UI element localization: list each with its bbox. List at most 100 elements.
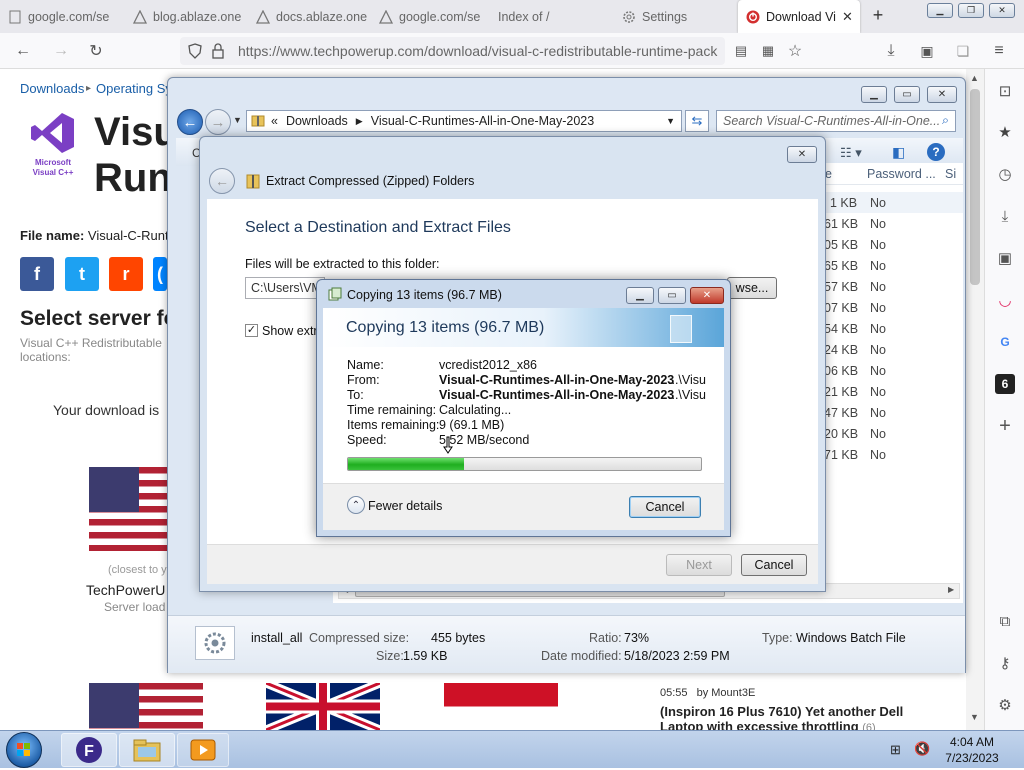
chevron-up-icon[interactable]: ⌃ — [347, 496, 365, 514]
extract-back-icon[interactable]: ← — [209, 168, 235, 194]
address-crumb-downloads[interactable]: Downloads — [286, 114, 348, 128]
url-bar[interactable]: https://www.techpowerup.com/download/vis… — [180, 37, 725, 65]
twitter-share-button[interactable]: t — [65, 257, 99, 291]
briefcase-icon[interactable]: ⊡ — [995, 81, 1015, 101]
tab-index[interactable]: Index of / — [490, 0, 612, 33]
pocket-icon[interactable]: ◡ — [995, 290, 1015, 310]
extension-6-icon[interactable]: 6 — [995, 374, 1015, 394]
tab-download-visual-c[interactable]: Download Vi ✕ — [738, 0, 860, 33]
volume-muted-icon[interactable]: 🔇 — [914, 741, 930, 757]
restore-window-button[interactable]: ❐ — [958, 3, 984, 18]
explorer-back-icon[interactable]: ← — [177, 109, 203, 135]
extract-cancel-button[interactable]: Cancel — [741, 554, 807, 576]
copy-cancel-button[interactable]: Cancel — [629, 496, 701, 518]
column-size-header[interactable]: e — [825, 167, 832, 181]
start-button[interactable] — [6, 732, 42, 768]
add-panel-icon[interactable]: + — [995, 415, 1015, 437]
network-tray-icon[interactable]: ⊞ — [890, 742, 901, 758]
explorer-maximize-button[interactable]: ▭ — [894, 86, 920, 103]
tab-stack-icon[interactable]: ❏ — [951, 39, 975, 63]
visual-cpp-logo: Microsoft Visual C++ — [30, 111, 80, 177]
close-window-button[interactable]: ✕ — [989, 3, 1015, 18]
tab-google-1[interactable]: google.com/se — [0, 0, 122, 33]
explorer-close-button[interactable]: ✕ — [927, 86, 957, 103]
sidebar-toggle-icon[interactable]: ▣ — [915, 39, 939, 63]
download-icon[interactable]: ⤓ — [879, 39, 903, 63]
close-tab-icon[interactable]: ✕ — [842, 9, 853, 25]
show-files-checkbox[interactable]: ✓ — [245, 324, 258, 337]
key-icon[interactable]: ⚷ — [995, 653, 1015, 673]
copy-minimize-button[interactable]: ▁ — [626, 287, 654, 304]
bookmarks-star-icon[interactable]: ★ — [995, 122, 1015, 142]
history-clock-icon[interactable]: ◷ — [995, 164, 1015, 184]
next-button[interactable]: Next — [666, 554, 732, 576]
tab-docs-ablaze[interactable]: docs.ablaze.one — [248, 0, 370, 33]
copy-from-value[interactable]: Visual-C-Runtimes-All-in-One-May-2023 — [439, 373, 674, 387]
view-options-icon[interactable]: ☷ ▾ — [840, 145, 862, 161]
preview-pane-icon[interactable]: ◧ — [892, 144, 905, 161]
tab-google-2[interactable]: google.com/se — [371, 0, 493, 33]
column-last-header[interactable]: Si — [945, 167, 956, 181]
page-icon — [8, 10, 22, 24]
extract-close-button[interactable]: ✕ — [787, 146, 817, 163]
fewer-details-toggle[interactable]: Fewer details — [368, 499, 442, 513]
server-description: Visual C++ Redistributable locations: — [20, 336, 162, 364]
scrollbar-thumb[interactable] — [970, 89, 980, 285]
indonesia-flag-server[interactable] — [444, 683, 558, 730]
explorer-search-input[interactable]: Search Visual-C-Runtimes-All-in-One... ⌕ — [716, 110, 956, 132]
taskbar-explorer-icon[interactable] — [119, 733, 175, 767]
shield-icon[interactable] — [188, 43, 202, 62]
bookmark-star-icon[interactable]: ☆ — [783, 39, 807, 63]
reload-icon[interactable]: ↻ — [84, 39, 108, 63]
downloads-icon[interactable]: ⤓ — [995, 206, 1015, 226]
breadcrumb-operating-systems[interactable]: Operating Sy — [96, 81, 172, 96]
news-title-link[interactable]: (Inspiron 16 Plus 7610) Yet another Dell… — [660, 704, 903, 730]
copy-close-button[interactable]: ✕ — [690, 287, 724, 304]
address-crumb-folder[interactable]: Visual-C-Runtimes-All-in-One-May-2023 — [371, 114, 594, 128]
recent-pages-chevron-icon[interactable]: ▼ — [233, 115, 242, 125]
explorer-forward-icon[interactable]: → — [205, 109, 231, 135]
messenger-share-button[interactable]: ( — [153, 257, 167, 291]
forward-arrow-icon[interactable]: → — [49, 39, 73, 63]
us-flag-server-2[interactable] — [89, 683, 203, 730]
tab-settings[interactable]: Settings — [614, 0, 736, 33]
explorer-address-bar[interactable]: « Downloads ▶ Visual-C-Runtimes-All-in-O… — [246, 110, 682, 132]
folder-zip-icon — [251, 113, 265, 130]
techpowerup-icon — [746, 10, 760, 24]
page-scrollbar[interactable]: ▲ ▼ — [966, 69, 984, 730]
browse-button[interactable]: wse... — [727, 277, 777, 299]
menu-icon[interactable]: ≡ — [987, 39, 1011, 63]
copy-progress-fill — [348, 458, 465, 470]
back-arrow-icon[interactable]: ← — [11, 39, 35, 63]
extract-folder-input[interactable]: C:\Users\VM — [245, 277, 325, 299]
scroll-right-icon[interactable]: ▶ — [948, 585, 954, 594]
breadcrumb-downloads[interactable]: Downloads — [20, 81, 84, 96]
qr-code-icon[interactable]: ▦ — [756, 39, 780, 63]
taskbar-browser-icon[interactable]: F — [61, 733, 117, 767]
clock[interactable]: 4:04 AM 7/23/2023 — [940, 734, 1004, 766]
file-name-row: File name: Visual-C-Runt — [20, 228, 169, 243]
settings-gear-icon[interactable]: ⚙ — [995, 695, 1015, 715]
scroll-up-icon[interactable]: ▲ — [970, 73, 979, 83]
address-dropdown-icon[interactable]: ▼ — [666, 116, 675, 126]
refresh-icon[interactable]: ⇆ — [685, 110, 709, 132]
taskbar-media-player-icon[interactable] — [177, 733, 229, 767]
news-meta: 05:55 by Mount3E — [660, 687, 756, 699]
column-password-header[interactable]: Password ... — [867, 167, 936, 181]
explorer-minimize-button[interactable]: ▁ — [861, 86, 887, 103]
tab-blog-ablaze[interactable]: blog.ablaze.one — [125, 0, 247, 33]
scroll-down-icon[interactable]: ▼ — [970, 712, 979, 722]
new-tab-button[interactable]: + — [868, 5, 888, 27]
translate-icon[interactable]: G — [995, 332, 1015, 352]
extensions-puzzle-icon[interactable]: ⧉ — [995, 611, 1015, 631]
minimize-window-button[interactable]: ▁ — [927, 3, 953, 18]
help-icon[interactable]: ? — [927, 143, 945, 161]
facebook-share-button[interactable]: f — [20, 257, 54, 291]
copy-maximize-button[interactable]: ▭ — [658, 287, 686, 304]
lock-icon[interactable] — [212, 43, 224, 62]
synced-tabs-icon[interactable]: ▣ — [995, 248, 1015, 268]
copy-to-value[interactable]: Visual-C-Runtimes-All-in-One-May-2023 — [439, 388, 674, 402]
reddit-share-button[interactable]: r — [109, 257, 143, 291]
uk-flag-server[interactable] — [264, 678, 382, 730]
reader-view-icon[interactable]: ▤ — [729, 39, 753, 63]
